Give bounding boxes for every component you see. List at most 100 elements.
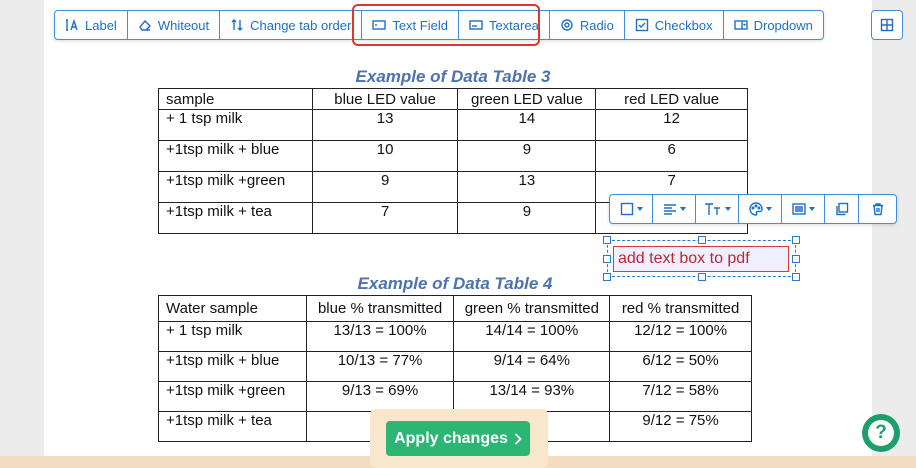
checkbox-icon (635, 18, 648, 32)
textarea-label: Textarea (488, 17, 539, 33)
align-left-icon (663, 204, 676, 215)
table-cell: +1tsp milk + blue (158, 140, 313, 172)
grid-view-button[interactable] (871, 10, 903, 40)
label-icon (66, 18, 78, 31)
dropdown-icon (733, 20, 748, 30)
square-icon (620, 202, 633, 216)
table-row: +1tsp milk + blue 10/13 = 77% 9/14 = 64%… (158, 351, 752, 382)
header-cell: blue % transmitted (305, 295, 455, 322)
table-row: +1tsp milk + blue 10 9 6 (158, 140, 748, 172)
radio-button[interactable]: Radio (550, 11, 625, 39)
textarea-icon (469, 20, 483, 30)
table-cell: 9/13 = 69% (305, 381, 455, 412)
table-cell: +1tsp milk + tea (158, 202, 313, 234)
table-cell: 9 (311, 171, 459, 203)
table-cell: +1tsp milk + tea (158, 411, 307, 442)
apply-changes-label: Apply changes (394, 429, 508, 447)
table-cell: 9 (457, 140, 597, 172)
header-cell: green % transmitted (453, 295, 611, 322)
checkbox-label: Checkbox (654, 17, 713, 33)
resize-handle[interactable] (603, 273, 611, 281)
whiteout-button[interactable]: Whiteout (128, 11, 221, 39)
table-cell: + 1 tsp milk (158, 109, 313, 141)
align-button[interactable] (653, 195, 696, 223)
copy-icon (835, 202, 848, 216)
table-cell: + 1 tsp milk (158, 321, 307, 352)
change-tab-order-button[interactable]: Change tab order (220, 11, 363, 39)
label-button[interactable]: Label (55, 11, 128, 39)
table-cell: 14/14 = 100% (453, 321, 611, 352)
header-cell: red % transmitted (609, 295, 752, 322)
help-button[interactable]: ? (862, 414, 900, 452)
resize-handle[interactable] (698, 273, 706, 281)
table-row: +1tsp milk +green 9/13 = 69% 13/14 = 93%… (158, 381, 752, 412)
palette-icon (748, 202, 763, 216)
table-cell: 10/13 = 77% (305, 351, 455, 382)
list-icon (791, 203, 806, 215)
border-style-button[interactable] (610, 195, 653, 223)
dropdown-button[interactable]: Dropdown (724, 11, 823, 39)
checkbox-button[interactable]: Checkbox (625, 11, 724, 39)
table-cell: 10 (311, 140, 459, 172)
color-button[interactable] (739, 195, 782, 223)
table-row: + 1 tsp milk 13 14 12 (158, 109, 748, 141)
table-cell: 9/14 = 64% (453, 351, 611, 382)
resize-handle[interactable] (792, 255, 800, 263)
header-cell: blue LED value (311, 88, 459, 110)
table-cell: +1tsp milk +green (158, 381, 307, 412)
table-header-row: sample blue LED value green LED value re… (158, 88, 748, 110)
chevron-right-icon (514, 432, 522, 445)
resize-handle[interactable] (792, 273, 800, 281)
text-field-input[interactable]: add text box to pdf (613, 246, 789, 272)
table-header-row: Water sample blue % transmitted green % … (158, 295, 752, 322)
table-row: + 1 tsp milk 13/13 = 100% 14/14 = 100% 1… (158, 321, 752, 352)
help-icon: ? (868, 420, 894, 446)
table-cell: 7 (311, 202, 459, 234)
table4-title: Example of Data Table 4 (357, 274, 553, 293)
font-size-button[interactable] (696, 195, 739, 223)
resize-handle[interactable] (792, 236, 800, 244)
dropdown-label: Dropdown (753, 17, 813, 33)
resize-handle[interactable] (603, 236, 611, 244)
header-cell: green LED value (457, 88, 597, 110)
textarea-button[interactable]: Textarea (459, 11, 550, 39)
text-field-icon (372, 20, 387, 30)
table-cell: 9 (457, 202, 597, 234)
header-cell: sample (158, 88, 313, 110)
trash-icon (872, 203, 883, 216)
table-cell: +1tsp milk +green (158, 171, 313, 203)
table-cell: 13 (457, 171, 597, 203)
eraser-icon (138, 19, 151, 31)
resize-handle[interactable] (603, 255, 611, 263)
table-cell: 12/12 = 100% (609, 321, 752, 352)
header-cell: red LED value (595, 88, 748, 110)
whiteout-button-label: Whiteout (157, 17, 210, 33)
table-cell: 14 (457, 109, 597, 141)
field-properties-button[interactable] (782, 195, 825, 223)
table3-title: Example of Data Table 3 (355, 67, 551, 86)
table-cell: 9/12 = 75% (609, 411, 752, 442)
table-cell: 13/14 = 93% (453, 381, 611, 412)
table-cell: +1tsp milk + blue (158, 351, 307, 382)
radio-icon (561, 19, 573, 31)
table-cell: 13 (311, 109, 459, 141)
text-field-label: Text Field (392, 17, 448, 33)
duplicate-button[interactable] (825, 195, 859, 223)
radio-label: Radio (579, 17, 614, 33)
apply-changes-button[interactable]: Apply changes (386, 421, 530, 456)
table-cell: 12 (595, 109, 748, 141)
delete-button[interactable] (859, 195, 896, 223)
sort-icon (231, 19, 243, 31)
resize-handle[interactable] (698, 236, 706, 244)
form-toolbar: Label Whiteout Change tab order Text Fie… (54, 10, 824, 40)
grid-icon (880, 18, 894, 32)
table-cell: 7/12 = 58% (609, 381, 752, 412)
header-cell: Water sample (158, 295, 307, 322)
text-field-button[interactable]: Text Field (362, 11, 459, 39)
text-size-icon (704, 203, 720, 215)
label-button-label: Label (85, 17, 117, 33)
table-cell: 6 (595, 140, 748, 172)
change-tab-order-label: Change tab order (250, 17, 352, 33)
table-cell: 13/13 = 100% (305, 321, 455, 352)
field-format-toolbar (609, 194, 897, 224)
